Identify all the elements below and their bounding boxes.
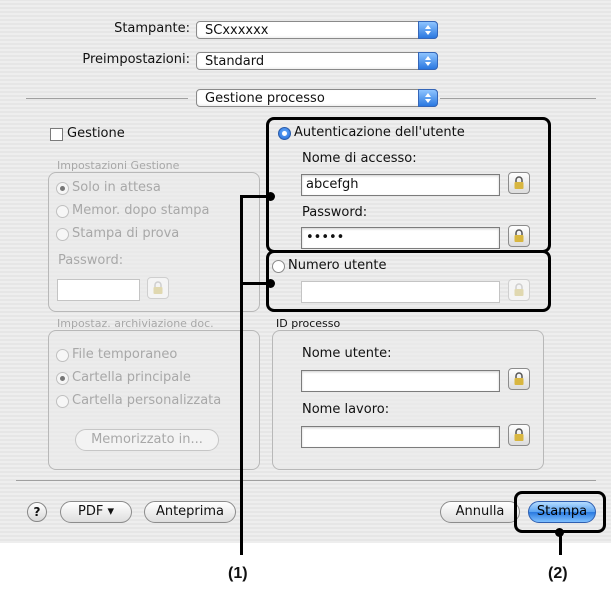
user-name-field[interactable] [301, 370, 500, 392]
callout-leader [240, 195, 243, 555]
gestione-password-lock-button[interactable] [147, 277, 169, 299]
presets-label: Preimpostazioni: [82, 52, 190, 67]
lock-icon [153, 281, 163, 294]
job-id-title: ID processo [276, 317, 341, 330]
archive-title: Impostaz. archiviazione doc. [57, 317, 214, 330]
gestione-password-field[interactable] [57, 279, 140, 301]
lock-icon [514, 428, 524, 441]
callout-leader [240, 195, 270, 198]
callout-dot [555, 528, 564, 537]
callout-leader [240, 282, 270, 285]
radio-hold-only-label: Solo in attesa [72, 180, 161, 195]
radio-main-folder-label: Cartella principale [72, 370, 191, 385]
user-name-lock-button[interactable] [508, 368, 530, 390]
callout-box-user-number [266, 250, 551, 312]
printer-popup[interactable]: SCxxxxxx [196, 21, 438, 39]
gestione-checkbox[interactable] [50, 128, 63, 141]
section-popup[interactable]: Gestione processo [196, 89, 438, 107]
job-name-label: Nome lavoro: [302, 402, 390, 417]
separator-right [440, 98, 596, 99]
radio-proof-print[interactable] [56, 228, 69, 241]
radio-proof-print-label: Stampa di prova [72, 226, 180, 241]
popup-arrows-icon [418, 89, 438, 107]
printer-value: SCxxxxxx [205, 23, 269, 38]
pdf-menu-button[interactable]: PDF ▾ [60, 501, 132, 523]
stored-in-button[interactable]: Memorizzato in... [75, 429, 219, 451]
section-value: Gestione processo [205, 91, 325, 106]
radio-custom-folder[interactable] [56, 395, 69, 408]
radio-temp-file[interactable] [56, 349, 69, 362]
job-name-field[interactable] [301, 426, 500, 448]
presets-value: Standard [205, 54, 265, 69]
radio-hold-after-print-label: Memor. dopo stampa [72, 203, 210, 218]
user-name-label: Nome utente: [302, 346, 392, 361]
callout-label-2: (2) [548, 565, 568, 582]
job-name-lock-button[interactable] [508, 424, 530, 446]
separator-left [26, 98, 188, 99]
lock-icon [514, 372, 524, 385]
gestione-settings-title: Impostazioni Gestione [57, 159, 180, 172]
popup-arrows-icon [418, 21, 438, 39]
radio-temp-file-label: File temporaneo [72, 347, 178, 362]
radio-main-folder[interactable] [56, 372, 69, 385]
popup-arrows-icon [418, 52, 438, 70]
callout-label-1: (1) [228, 565, 248, 582]
gestione-label: Gestione [67, 126, 125, 141]
callout-box-print [514, 491, 606, 533]
radio-hold-after-print[interactable] [56, 205, 69, 218]
printer-label: Stampante: [114, 21, 190, 36]
preview-button[interactable]: Anteprima [144, 501, 236, 523]
gestione-password-label: Password: [58, 253, 124, 268]
presets-popup[interactable]: Standard [196, 52, 438, 70]
radio-hold-only[interactable] [56, 182, 69, 195]
radio-custom-folder-label: Cartella personalizzata [72, 393, 222, 408]
callout-box-auth [266, 117, 551, 253]
help-button[interactable]: ? [27, 502, 47, 522]
cancel-button[interactable]: Annulla [440, 501, 520, 523]
footer-separator [16, 480, 596, 481]
